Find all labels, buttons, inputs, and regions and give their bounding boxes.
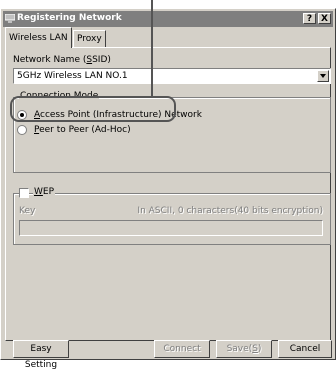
key-label: Key <box>19 206 36 216</box>
wep-group <box>13 193 331 245</box>
key-encryption-hint: In ASCII, 0 characters(40 bits encryptio… <box>137 206 323 216</box>
connect-button[interactable]: Connect <box>154 340 210 358</box>
window-title: Registering Network <box>17 13 122 23</box>
tab-wireless-lan[interactable]: Wireless LAN <box>5 27 72 48</box>
wep-checkbox[interactable] <box>19 188 29 198</box>
annotation-callout-line <box>151 0 153 97</box>
peer-to-peer-radio[interactable] <box>17 125 27 135</box>
close-button[interactable]: X <box>318 13 331 24</box>
help-button[interactable]: ? <box>303 13 316 24</box>
cancel-button[interactable]: Cancel <box>278 340 332 358</box>
network-name-combobox[interactable]: 5GHz Wireless LAN NO.1 <box>13 68 331 84</box>
wep-key-input[interactable] <box>19 220 323 236</box>
save-button[interactable]: Save(S) <box>216 340 272 358</box>
tab-proxy[interactable]: Proxy <box>73 30 106 47</box>
annotation-highlight-box <box>10 96 176 122</box>
peer-to-peer-label[interactable]: Peer to Peer (Ad-Hoc) <box>34 125 131 135</box>
registering-network-dialog: Registering Network ? X Wireless LAN Pro… <box>0 8 336 370</box>
dropdown-arrow[interactable] <box>317 70 329 82</box>
easy-setting-button[interactable]: Easy Setting <box>13 340 69 370</box>
title-bar[interactable]: Registering Network ? X <box>3 11 333 27</box>
network-name-label: Network Name (SSID) <box>13 55 111 65</box>
network-app-icon <box>5 14 15 23</box>
network-name-value: 5GHz Wireless LAN NO.1 <box>17 71 128 81</box>
chevron-down-icon <box>320 74 326 78</box>
wep-label[interactable]: WEP <box>33 187 56 197</box>
